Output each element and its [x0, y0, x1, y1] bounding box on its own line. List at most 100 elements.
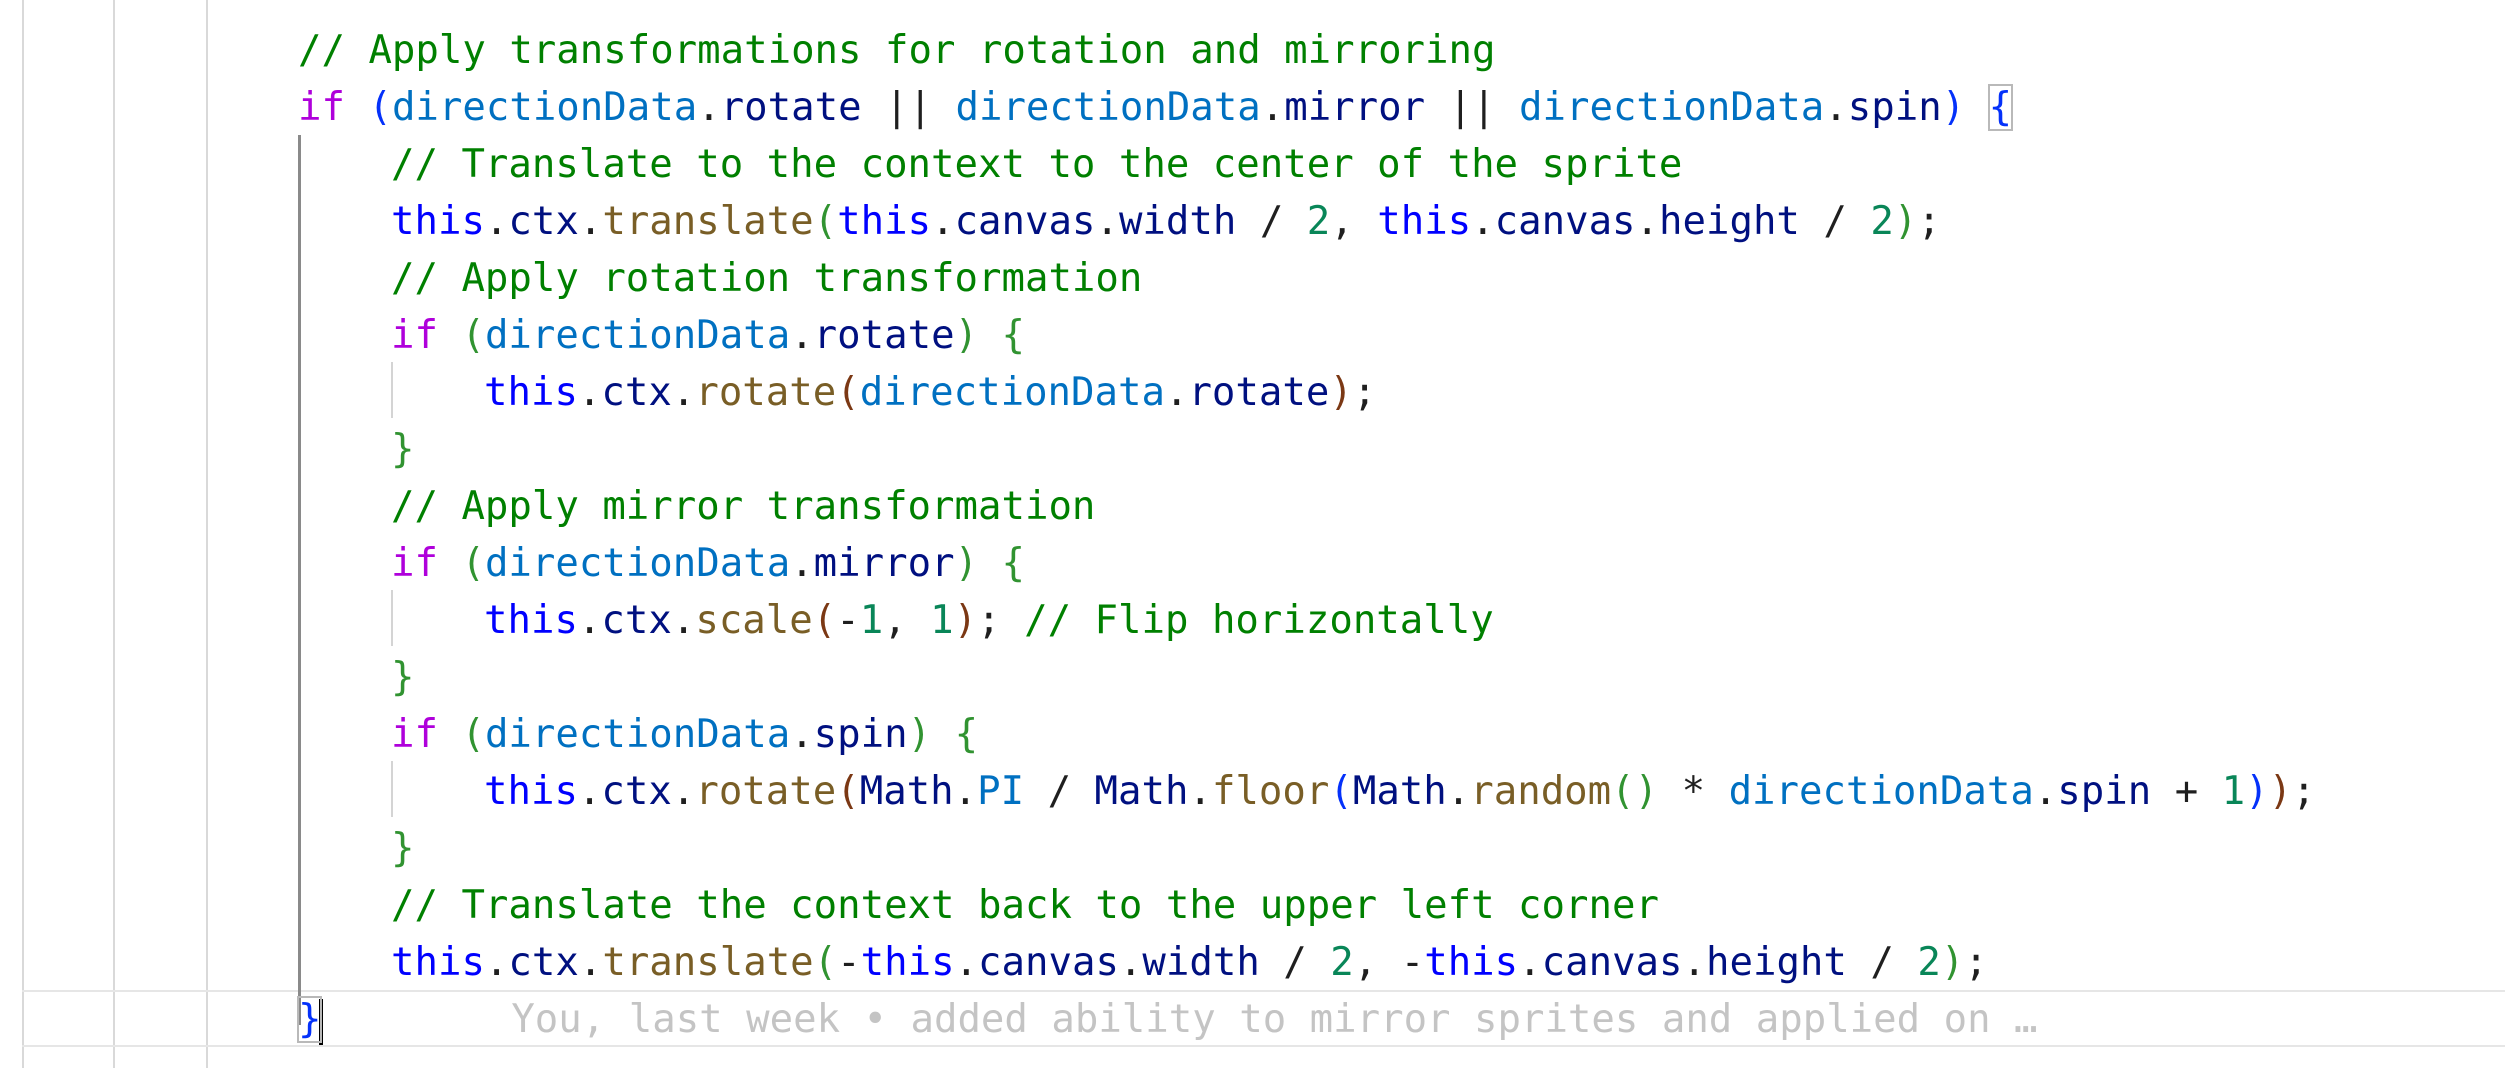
code-token: .	[1164, 370, 1189, 415]
code-token: Math	[859, 769, 954, 814]
code-token: .	[1095, 199, 1119, 244]
code-token: (	[836, 370, 860, 415]
code-line-1[interactable]: // Apply transformations for rotation an…	[298, 22, 1495, 79]
code-token: .	[578, 940, 603, 985]
code-token: 1	[930, 598, 954, 643]
code-token: canvas	[1541, 940, 1683, 985]
code-token: this	[1377, 199, 1472, 244]
code-line-18[interactable]: } You, last week • added ability to mirr…	[296, 991, 2038, 1048]
code-line-10[interactable]: if (directionData.mirror) {	[391, 535, 1025, 592]
indent-guide-rotate-block	[391, 362, 393, 418]
code-token: {	[1987, 84, 2014, 131]
code-token: .	[577, 598, 602, 643]
code-line-15[interactable]: }	[391, 820, 414, 877]
code-token: /	[1799, 199, 1871, 244]
code-line-14[interactable]: this.ctx.rotate(Math.PI / Math.floor(Mat…	[484, 763, 2316, 820]
code-token: )	[2245, 769, 2269, 814]
code-line-13[interactable]: if (directionData.spin) {	[391, 706, 978, 763]
code-token: directionData	[391, 85, 698, 130]
indent-guide-mirror-block	[391, 590, 393, 646]
code-token: (	[368, 85, 392, 130]
code-token: )	[2268, 769, 2293, 814]
code-token: // Translate the context back to the upp…	[391, 883, 1659, 928]
code-token: ctx	[601, 769, 672, 814]
blame-spacer	[323, 997, 511, 1042]
code-line-8[interactable]: }	[391, 421, 414, 478]
code-token: ctx	[601, 598, 672, 643]
code-line-3[interactable]: // Translate to the context to the cente…	[391, 136, 1682, 193]
code-token: this	[860, 940, 955, 985]
code-token: )	[953, 598, 978, 643]
code-token: .	[577, 370, 602, 415]
code-token: (	[461, 313, 485, 358]
code-line-2[interactable]: if (directionData.rotate || directionDat…	[298, 79, 2014, 136]
code-token: (	[813, 940, 838, 985]
code-token: PI	[977, 769, 1025, 814]
code-token: canvas	[1494, 199, 1636, 244]
code-token: .	[1824, 85, 1848, 130]
code-token: 1	[859, 598, 884, 643]
code-token: ,	[1353, 940, 1401, 985]
code-token: 2	[1306, 199, 1331, 244]
code-token: )	[907, 712, 932, 757]
git-blame-annotation[interactable]: You, last week • added ability to mirror…	[511, 997, 2037, 1042]
code-editor[interactable]: // Apply transformations for rotation an…	[0, 0, 2505, 1068]
code-line-12[interactable]: }	[391, 649, 414, 706]
code-token: ,	[883, 598, 931, 643]
code-token: )	[954, 541, 979, 586]
code-token: ||	[861, 85, 956, 130]
code-token: .	[671, 598, 696, 643]
code-token: )	[1893, 199, 1918, 244]
code-line-16[interactable]: // Translate the context back to the upp…	[391, 877, 1659, 934]
code-token: rotate	[813, 313, 955, 358]
code-line-5[interactable]: // Apply rotation transformation	[391, 250, 1142, 307]
code-token: this	[484, 370, 578, 415]
code-line-17[interactable]: this.ctx.translate(-this.canvas.width / …	[391, 934, 1988, 991]
code-token: this	[484, 769, 578, 814]
code-token: )	[954, 313, 979, 358]
code-line-7[interactable]: this.ctx.rotate(directionData.rotate);	[484, 364, 1376, 421]
code-token: if	[298, 85, 345, 130]
code-token: this	[837, 199, 932, 244]
code-token: *	[1658, 769, 1729, 814]
code-token: -	[836, 598, 860, 643]
code-token: .	[1446, 769, 1471, 814]
code-line-9[interactable]: // Apply mirror transformation	[391, 478, 1095, 535]
code-token: if	[391, 712, 438, 757]
code-token: // Flip horizontally	[1024, 598, 1494, 643]
code-token: /	[1259, 940, 1331, 985]
code-token: .	[1118, 940, 1143, 985]
code-token: mirror	[1284, 85, 1426, 130]
code-token: spin	[813, 712, 908, 757]
code-token: directionData	[859, 370, 1165, 415]
code-token: canvas	[978, 940, 1119, 985]
code-token: directionData	[1728, 769, 2034, 814]
editor-left-border	[22, 0, 24, 1068]
code-token: ()	[1611, 769, 1659, 814]
code-token: .	[790, 313, 814, 358]
code-token: if	[391, 313, 438, 358]
indent-guide-0	[113, 0, 115, 1068]
code-token: .	[577, 769, 602, 814]
code-token: height	[1706, 940, 1847, 985]
code-token: )	[1329, 370, 1353, 415]
code-line-4[interactable]: this.ctx.translate(this.canvas.width / 2…	[391, 193, 1941, 250]
code-token: ctx	[508, 199, 579, 244]
code-token: {	[954, 712, 979, 757]
code-token: this	[484, 598, 578, 643]
code-token: }	[296, 996, 323, 1043]
code-token: .	[954, 940, 979, 985]
code-token: directionData	[484, 313, 791, 358]
code-token: spin	[2057, 769, 2152, 814]
code-token: directionData	[484, 541, 791, 586]
code-line-11[interactable]: this.ctx.scale(-1, 1); // Flip horizonta…	[484, 592, 1494, 649]
code-line-6[interactable]: if (directionData.rotate) {	[391, 307, 1025, 364]
code-token: (	[813, 199, 838, 244]
code-token: width	[1142, 940, 1260, 985]
code-token: ;	[1917, 199, 1941, 244]
code-token: }	[391, 427, 415, 472]
code-token: .	[484, 199, 509, 244]
